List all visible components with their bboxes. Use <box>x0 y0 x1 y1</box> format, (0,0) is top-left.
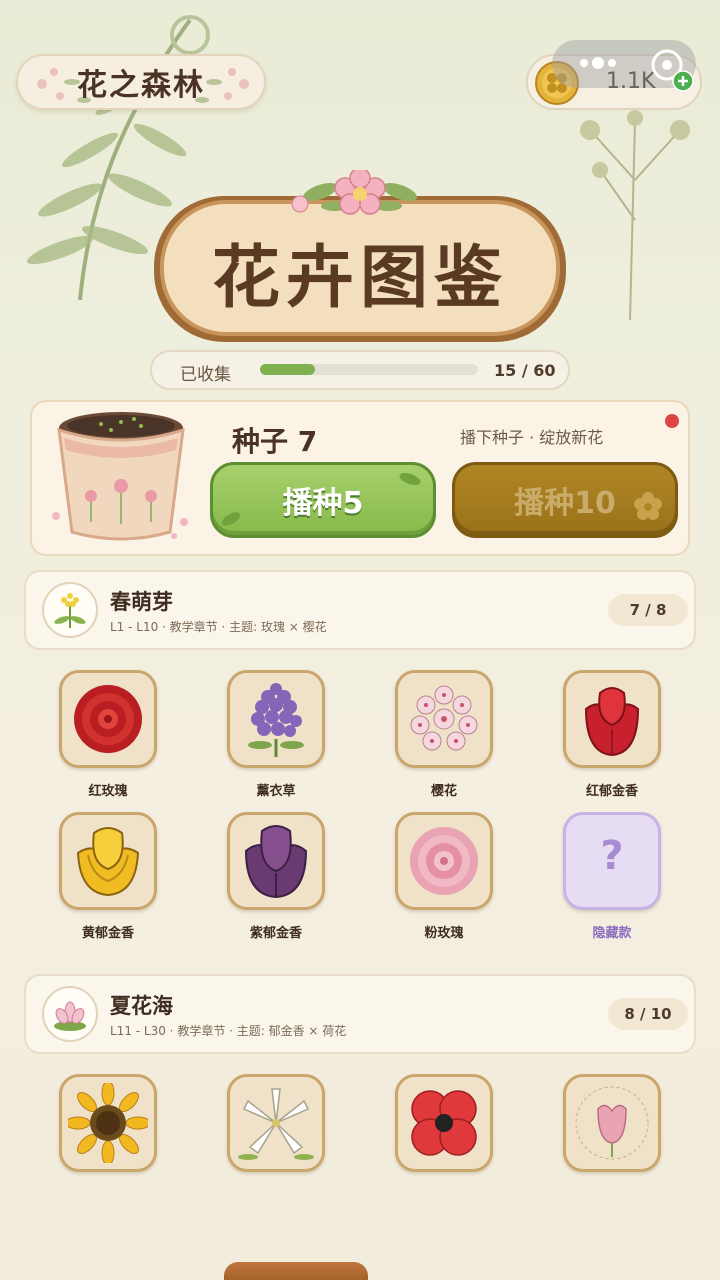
flower-name: 粉玫瑰 <box>424 926 464 941</box>
flower-name: 红郁金香 <box>585 784 638 799</box>
flower-name: 黄郁金香 <box>81 926 134 941</box>
flower-tile-pink-rose[interactable] <box>395 812 493 910</box>
pink-rose-icon <box>410 827 478 895</box>
flower-tile-yellow-tulip[interactable] <box>59 812 157 910</box>
progress-count: 15 / 60 <box>494 361 556 380</box>
game-title: 花之森林 <box>77 68 205 103</box>
chapter-card-summer[interactable]: 夏花海 L11 - L30 · 教学章节 · 主题: 郁金香 × 荷花 8 / … <box>24 974 696 1054</box>
chapter-name: 夏花海 <box>110 994 173 1018</box>
progress-label: 已收集 <box>180 365 231 385</box>
flower-name: 紫郁金香 <box>249 926 302 941</box>
seed-count: 种子 7 <box>232 425 318 458</box>
chapter-card-spring[interactable]: 春萌芽 L1 - L10 · 教学章节 · 主题: 玫瑰 × 樱花 7 / 8 <box>24 570 696 650</box>
red-rose-icon <box>74 685 142 753</box>
flower-tile-lavender[interactable] <box>227 670 325 768</box>
sunflower-icon <box>68 1083 148 1163</box>
flower-tile-lily[interactable] <box>227 1074 325 1172</box>
sow-5-button[interactable]: 播种5 <box>210 462 436 538</box>
progress-fill <box>260 364 315 375</box>
pink-tulip-icon <box>575 1086 649 1160</box>
encyclopedia-title: 花卉图鉴 <box>211 239 508 318</box>
purple-tulip-icon <box>244 825 308 899</box>
poppy-icon <box>411 1090 477 1156</box>
flower-tile-poppy[interactable] <box>395 1074 493 1172</box>
notification-dot <box>665 414 679 428</box>
sprout-flower-icon <box>54 593 86 628</box>
chapter-meta: L11 - L30 · 教学章节 · 主题: 郁金香 × 荷花 <box>110 1024 347 1038</box>
game-title-badge: 花之森林 <box>16 54 266 110</box>
chapter-progress-badge: 7 / 8 <box>608 594 688 626</box>
red-tulip-icon <box>584 687 640 757</box>
flower-tile-sakura[interactable] <box>395 670 493 768</box>
chapter-name: 春萌芽 <box>110 590 173 614</box>
flower-tile-red-tulip[interactable] <box>563 670 661 768</box>
sow-5-label: 播种5 <box>282 486 364 521</box>
flower-pot-icon <box>52 412 188 541</box>
question-mark-icon: ? <box>600 833 624 879</box>
bottom-wooden-tab[interactable] <box>224 1262 368 1280</box>
chapter-progress-badge: 8 / 10 <box>608 998 688 1030</box>
leaf-icon <box>399 472 421 486</box>
flower-tile-hidden[interactable]: ? <box>563 812 661 910</box>
yellow-tulip-icon <box>76 827 140 897</box>
flower-tile-red-rose[interactable] <box>59 670 157 768</box>
lily-icon <box>238 1088 314 1160</box>
sakura-icon <box>410 685 478 751</box>
sow-10-button[interactable]: 播种10 <box>452 462 678 538</box>
flower-tile-pink-tulip[interactable] <box>563 1074 661 1172</box>
chapter-badge <box>42 582 98 638</box>
flower-tile-purple-tulip[interactable] <box>227 812 325 910</box>
lavender-icon <box>248 683 304 757</box>
lotus-icon <box>54 1001 86 1031</box>
flower-name: 红玫瑰 <box>88 784 128 799</box>
chapter-badge <box>42 986 98 1042</box>
seed-hint: 播下种子 · 绽放新花 <box>460 428 604 447</box>
flower-icon <box>634 492 662 520</box>
leaf-icon <box>221 512 241 526</box>
more-dots-icon[interactable] <box>576 56 626 70</box>
progress-track <box>260 364 478 375</box>
wildflower-decoration <box>580 110 690 320</box>
chapter-meta: L1 - L10 · 教学章节 · 主题: 玫瑰 × 樱花 <box>110 620 327 634</box>
flower-name: 隐藏款 <box>592 926 632 941</box>
plus-icon[interactable] <box>672 70 694 92</box>
flower-name: 薰衣草 <box>256 784 296 799</box>
flower-name: 樱花 <box>430 784 457 799</box>
sow-10-label: 播种10 <box>514 486 616 521</box>
flower-tile-sunflower[interactable] <box>59 1074 157 1172</box>
